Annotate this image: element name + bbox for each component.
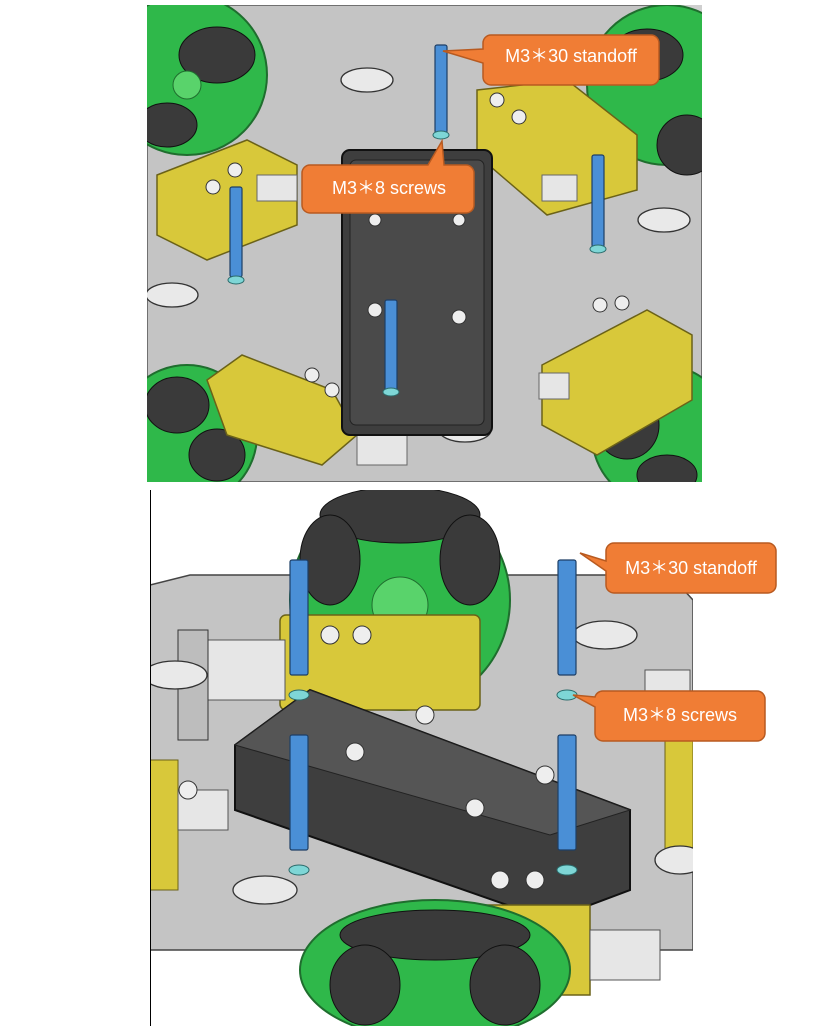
top-assembly-view: M3＊30 standoff M3＊8 screws bbox=[147, 5, 702, 482]
callout-screws-top-label: M3＊8 screws bbox=[332, 178, 446, 198]
mecanum-wheel-front bbox=[299, 899, 571, 1026]
panel-left-border bbox=[150, 490, 151, 1026]
bottom-assembly-drawing bbox=[150, 490, 693, 1026]
top-assembly-drawing: M3＊30 standoff M3＊8 screws bbox=[147, 5, 702, 482]
callout-standoff-top-label: M3＊30 standoff bbox=[505, 46, 638, 66]
bottom-assembly-view bbox=[150, 490, 693, 1026]
